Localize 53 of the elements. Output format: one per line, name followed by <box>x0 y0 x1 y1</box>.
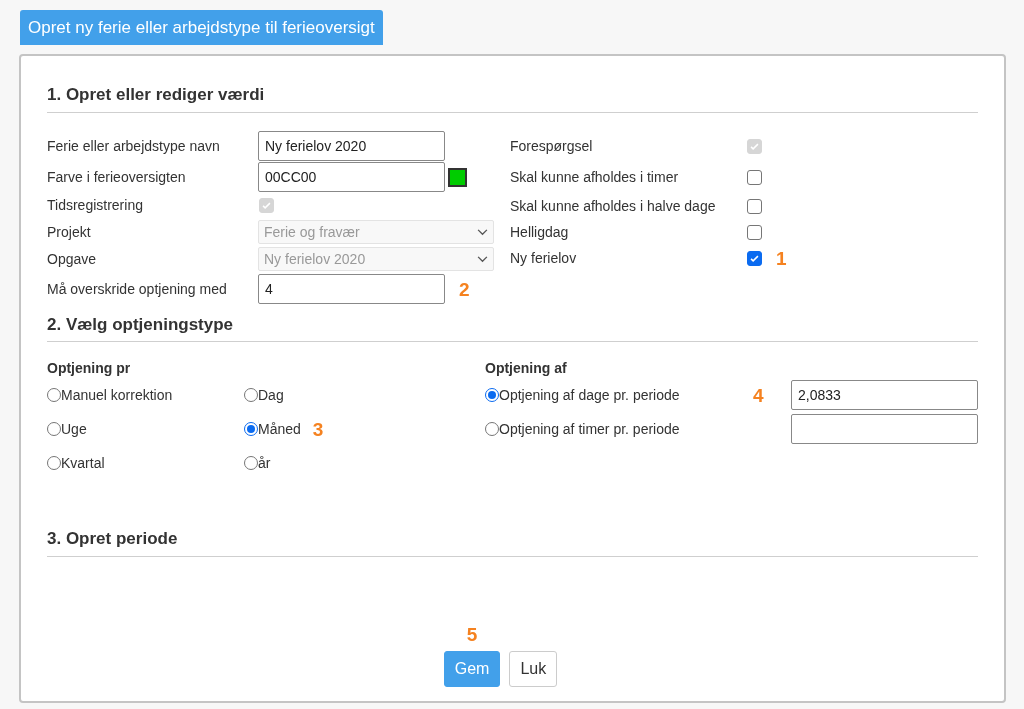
checkbox[interactable] <box>747 198 762 214</box>
radio-button[interactable] <box>47 456 61 470</box>
step-number: 3 <box>312 419 324 439</box>
dropdown: Ny ferielov 2020 <box>258 247 494 271</box>
field-label: Må overskride optjening med <box>47 279 228 299</box>
radio-button[interactable] <box>47 388 61 402</box>
text-field[interactable] <box>791 414 978 444</box>
color-swatch[interactable] <box>448 167 467 187</box>
radio-button[interactable] <box>244 388 258 402</box>
radio-label: år <box>258 453 271 473</box>
section-title: 1. Opret eller rediger værdi <box>47 84 266 106</box>
text-field[interactable]: 2,0833 <box>791 380 978 410</box>
radio-label: Måned <box>258 419 301 439</box>
radio-button[interactable] <box>485 422 499 436</box>
radio-label: Kvartal <box>61 453 105 473</box>
checkbox[interactable] <box>747 250 762 266</box>
radio-label: Manuel korrektion <box>61 385 173 405</box>
section-title: 3. Opret periode <box>47 528 179 550</box>
radio-label: Uge <box>61 419 87 439</box>
radio-button[interactable] <box>47 422 61 436</box>
step-number: 1 <box>776 248 787 268</box>
field-label: Tidsregistrering <box>47 196 144 215</box>
dropdown: Ferie og fravær <box>258 220 494 244</box>
field-label: Projekt <box>47 222 92 242</box>
field-label: Ny ferielov <box>510 248 578 268</box>
radio-label: Dag <box>258 385 284 405</box>
dialog-title: Opret ny ferie eller arbejdstype til ferieoversigt <box>20 10 383 45</box>
group-heading: Optjening af <box>485 359 568 378</box>
chevron-down-icon <box>477 255 488 263</box>
radio-button[interactable] <box>485 388 499 402</box>
field-label: Farve i ferieoversigten <box>47 167 187 187</box>
checkbox[interactable] <box>747 224 762 240</box>
radio-label: Optjening af timer pr. periode <box>499 419 681 439</box>
section-title: 2. Vælg optjeningstype <box>47 313 235 336</box>
chevron-down-icon <box>477 228 488 236</box>
group-heading: Optjening pr <box>47 359 132 378</box>
text-field[interactable]: Ny ferielov 2020 <box>258 131 445 161</box>
field-label: Skal kunne afholdes i halve dage <box>510 196 717 216</box>
step-number: 5 <box>466 624 478 647</box>
radio-button[interactable] <box>244 422 258 436</box>
close-button[interactable]: Luk <box>509 650 558 687</box>
radio-label: Optjening af dage pr. periode <box>499 385 681 405</box>
field-label: Helligdag <box>510 222 570 242</box>
field-label: Forespørgsel <box>510 137 594 156</box>
step-number: 4 <box>753 385 764 405</box>
checkbox[interactable] <box>747 170 762 185</box>
radio-button[interactable] <box>244 456 258 470</box>
field-label: Skal kunne afholdes i timer <box>510 168 680 187</box>
text-field[interactable]: 4 <box>258 274 445 304</box>
field-label: Opgave <box>47 249 98 269</box>
step-number: 2 <box>459 279 470 299</box>
text-field[interactable]: 00CC00 <box>258 162 445 192</box>
field-label: Ferie eller arbejdstype navn <box>47 136 221 156</box>
